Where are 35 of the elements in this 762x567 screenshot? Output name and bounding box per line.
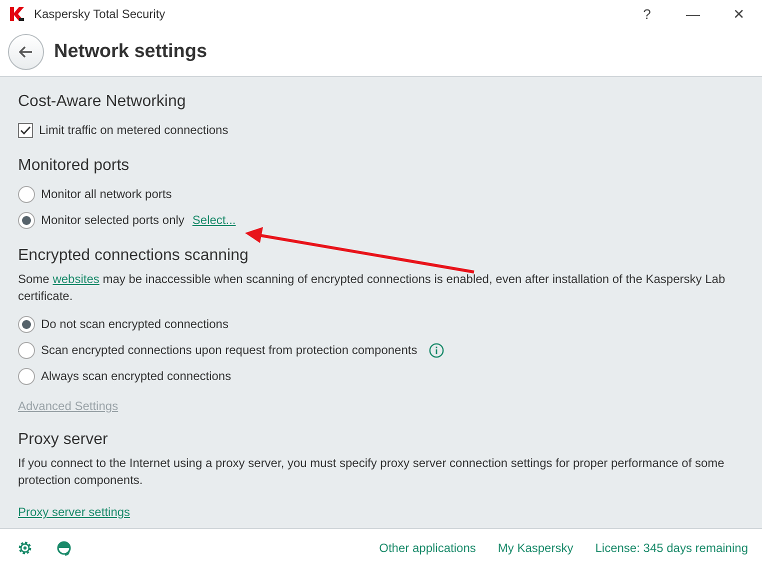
checkbox[interactable] — [18, 122, 33, 138]
footer-link[interactable]: License: 345 days remaining — [595, 541, 748, 555]
radio-button[interactable] — [18, 368, 35, 384]
window-title: Kaspersky Total Security — [34, 7, 166, 21]
page-title: Network settings — [54, 41, 208, 63]
websites-link[interactable]: websites — [52, 272, 100, 286]
option-label: Monitor selected ports only — [41, 213, 184, 227]
option-label: Monitor all network ports — [41, 187, 172, 201]
close-button[interactable]: ✕ — [716, 0, 762, 28]
option-label: Always scan encrypted connections — [41, 369, 232, 383]
logo-icon — [10, 7, 24, 21]
section-title: Monitored ports — [18, 157, 130, 175]
minimize-button[interactable]: — — [670, 0, 716, 28]
footer-link[interactable]: Other applications — [379, 541, 476, 555]
radio-button[interactable] — [18, 212, 35, 228]
description-text: Some websites may be inaccessible when scanning of encrypted connections is enabled, even after installation of the Kaspersky Lab certificate. — [18, 271, 726, 305]
back-button[interactable] — [8, 34, 44, 70]
radio-button[interactable] — [18, 342, 35, 358]
back-arrow-icon — [19, 46, 33, 58]
settings-icon[interactable] — [17, 540, 33, 556]
option-label: Do not scan encrypted connections — [41, 317, 228, 331]
radio-button[interactable] — [18, 316, 35, 332]
support-agent-icon[interactable] — [55, 540, 73, 556]
info-icon[interactable] — [429, 342, 444, 358]
option-label: Scan encrypted connections upon request from protection components — [41, 343, 418, 357]
section-title: Encrypted connections scanning — [18, 247, 250, 265]
settings-link[interactable]: Proxy server settings — [18, 505, 130, 519]
option-label: Limit traffic on metered connections — [39, 123, 228, 137]
help-button[interactable]: ? — [624, 0, 670, 28]
radio-button[interactable] — [18, 186, 35, 202]
section-title: Cost-Aware Networking — [18, 93, 187, 111]
select-link[interactable]: Select... — [192, 213, 236, 227]
section-title: Proxy server — [18, 431, 109, 449]
description-text: If you connect to the Internet using a proxy server, you must specify proxy server connection settings for proper performance of some protection components. — [18, 455, 726, 489]
footer-link[interactable]: My Kaspersky — [498, 541, 574, 555]
